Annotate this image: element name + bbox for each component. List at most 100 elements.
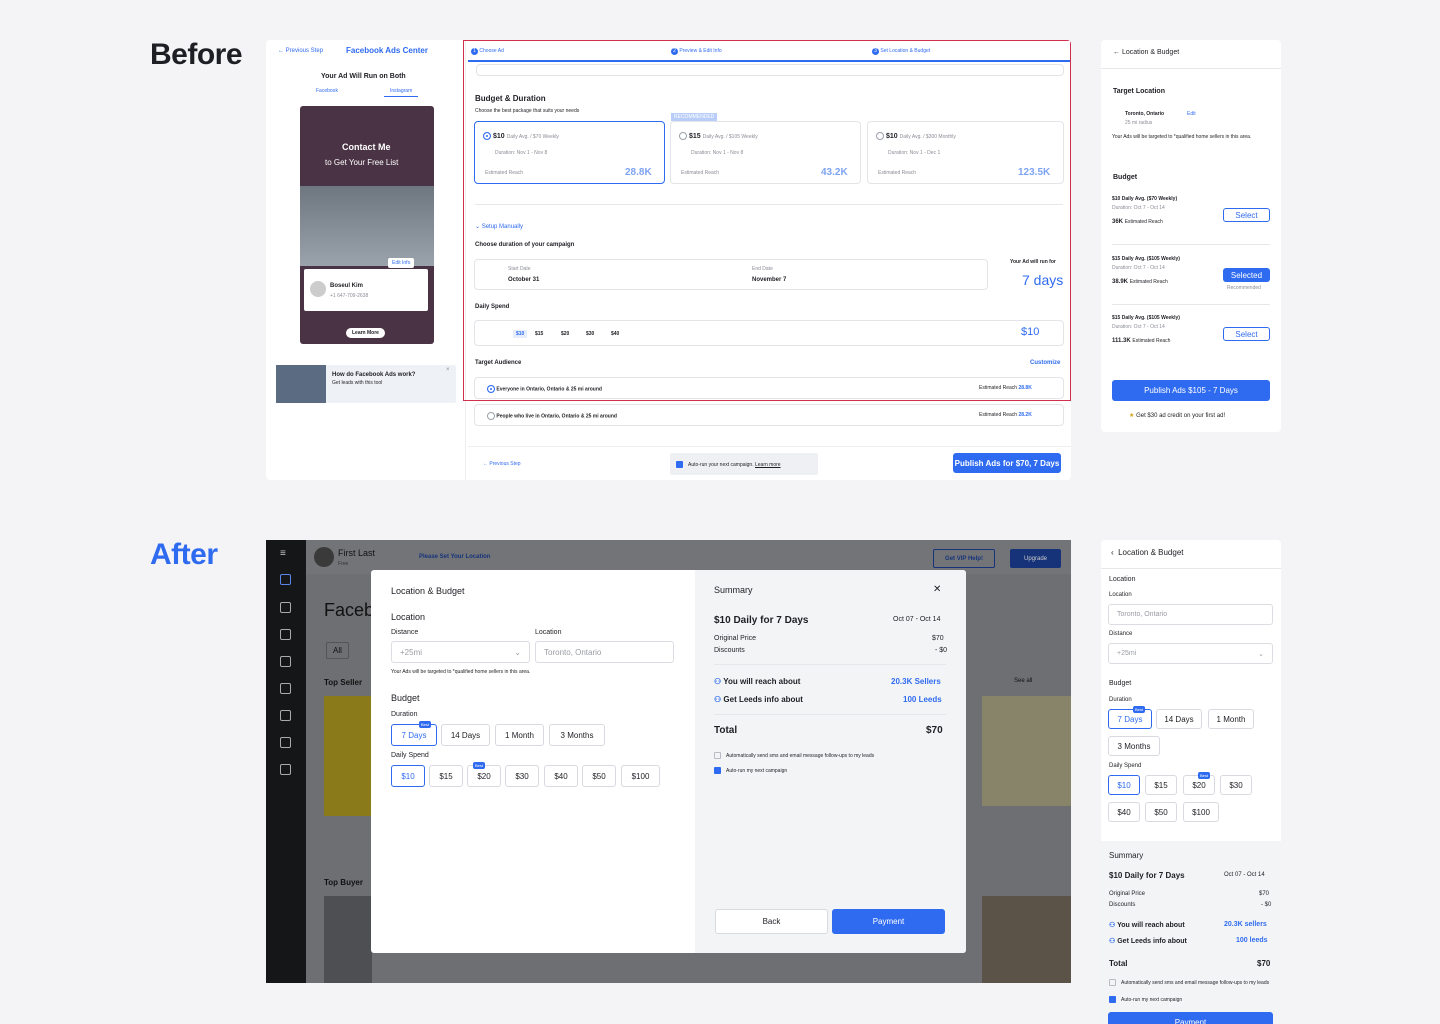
promo-sub: Get leads with this tool [332, 380, 383, 386]
spend-15[interactable]: $15 [1145, 775, 1177, 795]
bg-card-image [324, 696, 372, 816]
spend-30[interactable]: $30 [1220, 775, 1252, 795]
sidebar: ≡ [266, 540, 306, 983]
edit-info-button[interactable]: Edit Info [388, 258, 415, 268]
home-icon[interactable] [280, 574, 291, 585]
budget-item-1: $10 Daily Avg. ($70 Weekly) Duration: Oct… [1112, 196, 1270, 244]
mobile-header[interactable]: ‹ Location & Budget [1111, 548, 1184, 557]
amount-15[interactable]: $15 [535, 331, 543, 337]
amount-value[interactable]: $10 [1021, 326, 1039, 338]
footer-previous-step[interactable]: ← Previous Step [483, 461, 521, 467]
calendar-icon[interactable] [280, 602, 291, 613]
bg-tab-all[interactable]: All [326, 642, 349, 659]
package-card-1[interactable]: $10 Daily Avg. / $70 Weekly Duration: No… [474, 121, 665, 184]
close-icon[interactable]: × [446, 367, 450, 373]
package-card-2[interactable]: $15 Daily Avg. / $105 Weekly Duration: N… [670, 121, 861, 184]
document-icon[interactable] [280, 656, 291, 667]
best-badge: Best [1198, 772, 1211, 779]
previous-step-link[interactable]: ← Previous Step [278, 48, 323, 54]
daily-spend-label: Daily Spend [475, 304, 510, 310]
date-range-picker[interactable]: Start Date October 31 End Date November … [474, 259, 988, 290]
mobile-header[interactable]: ← Location & Budget [1113, 49, 1179, 56]
payment-button[interactable]: Payment [1108, 1012, 1273, 1024]
video-icon[interactable] [280, 629, 291, 640]
payment-button[interactable]: Payment [832, 909, 945, 934]
tab-instagram[interactable]: Instagram [384, 88, 419, 97]
building-photo [300, 186, 434, 266]
publish-button[interactable]: Publish Ads $105 - 7 Days [1112, 380, 1270, 401]
filter-icon[interactable] [280, 737, 291, 748]
spend-100[interactable]: $100 [621, 765, 660, 787]
sms-checkbox[interactable]: Automatically send sms and email message… [1109, 979, 1273, 986]
spend-50[interactable]: $50 [1145, 802, 1177, 822]
amount-40[interactable]: $40 [611, 331, 619, 337]
audience-option-1[interactable]: Everyone in Ontario, Ontario & 25 mi aro… [474, 377, 1064, 399]
spend-15[interactable]: $15 [429, 765, 463, 787]
vip-help-button[interactable]: Get VIP Help! [933, 549, 995, 568]
bg-top-buyer: Top Buyer [324, 878, 363, 887]
see-all-link[interactable]: See all [1014, 678, 1032, 684]
spend-10[interactable]: $10 [391, 765, 425, 787]
spend-100[interactable]: $100 [1183, 802, 1219, 822]
auto-run-checkbox[interactable]: Auto-run my next campaign [1109, 996, 1182, 1003]
location-input[interactable]: Toronto, Ontario [1108, 604, 1273, 625]
spend-10[interactable]: $10 [1108, 775, 1140, 795]
package-card-3[interactable]: $10 Daily Avg. / $300 Monthly Duration: … [867, 121, 1064, 184]
auto-run-toggle[interactable]: Auto-run your next campaign. Learn more [670, 453, 818, 475]
tab-facebook[interactable]: Facebook [316, 88, 338, 94]
duration-14-days[interactable]: 14 Days [1156, 709, 1202, 729]
spend-40[interactable]: $40 [1108, 802, 1140, 822]
plan-name: Free [338, 561, 349, 567]
duration-3-months[interactable]: 3 Months [1108, 736, 1160, 756]
budget-title: Budget & Duration [475, 94, 546, 103]
start-date[interactable]: October 31 [508, 277, 539, 283]
amount-30[interactable]: $30 [586, 331, 594, 337]
selected-button[interactable]: Selected [1223, 268, 1270, 282]
camera-icon[interactable] [280, 764, 291, 775]
customize-link[interactable]: Customize [1030, 360, 1060, 366]
learn-more-button[interactable]: Learn More [346, 328, 385, 338]
avatar[interactable] [314, 547, 334, 567]
distance-select[interactable]: +25mi ⌄ [1108, 643, 1273, 664]
user-name: First Last [338, 548, 376, 558]
mail-icon[interactable] [280, 683, 291, 694]
audience-option-2[interactable]: People who live in Ontario, Ontario & 25… [474, 404, 1064, 426]
duration-3-months[interactable]: 3 Months [549, 724, 605, 746]
publish-ads-button[interactable]: Publish Ads for $70, 7 Days [953, 453, 1061, 473]
spend-50[interactable]: $50 [582, 765, 616, 787]
location-input[interactable]: Toronto, Ontario [535, 641, 674, 663]
promo-card[interactable]: How do Facebook Ads work? Get leads with… [276, 365, 456, 403]
select-button[interactable]: Select [1223, 327, 1270, 341]
budget-sub: Choose the best package that suits your … [475, 108, 580, 114]
upgrade-button[interactable]: Upgrade [1010, 549, 1061, 568]
duration-1-month[interactable]: 1 Month [1208, 709, 1254, 729]
select-button[interactable]: Select [1223, 208, 1270, 222]
sms-checkbox[interactable]: Automatically send sms and email message… [714, 752, 874, 759]
setup-manually-toggle[interactable]: ⌄ Setup Manually [475, 223, 523, 230]
promo-thumbnail [276, 365, 326, 403]
duration-1-month[interactable]: 1 Month [495, 724, 544, 746]
edit-location-link[interactable]: Edit [1187, 111, 1196, 117]
before-main-panel: ← Previous Step Facebook Ads Center Your… [266, 40, 1071, 480]
menu-icon[interactable]: ≡ [280, 548, 286, 559]
reach-row: ⚇ You will reach about [714, 677, 801, 686]
end-date[interactable]: November 7 [752, 277, 786, 283]
spend-40[interactable]: $40 [544, 765, 578, 787]
radius-text: 25 mi radius [1125, 120, 1153, 126]
duration-7-days[interactable]: 7 Days [1108, 709, 1152, 729]
best-badge: Best [473, 762, 486, 769]
agent-name: Boseul Kim [330, 283, 364, 289]
megaphone-icon[interactable] [280, 710, 291, 721]
auto-run-checkbox[interactable]: Auto-run my next campaign [714, 767, 787, 774]
amount-20[interactable]: $20 [561, 331, 569, 337]
spend-30[interactable]: $30 [505, 765, 539, 787]
before-heading: Before [150, 38, 243, 71]
daily-spend-row: $10 $15 $20 $30 $40 $10 [474, 320, 1064, 346]
back-button[interactable]: Back [715, 909, 828, 934]
duration-14-days[interactable]: 14 Days [441, 724, 490, 746]
distance-select[interactable]: +25mi ⌄ [391, 641, 530, 663]
topbar: First Last Free Please Set Your Location… [306, 540, 1071, 574]
close-icon[interactable]: ✕ [933, 584, 941, 595]
amount-10[interactable]: $10 [513, 330, 528, 338]
set-location-link[interactable]: Please Set Your Location [419, 554, 490, 560]
